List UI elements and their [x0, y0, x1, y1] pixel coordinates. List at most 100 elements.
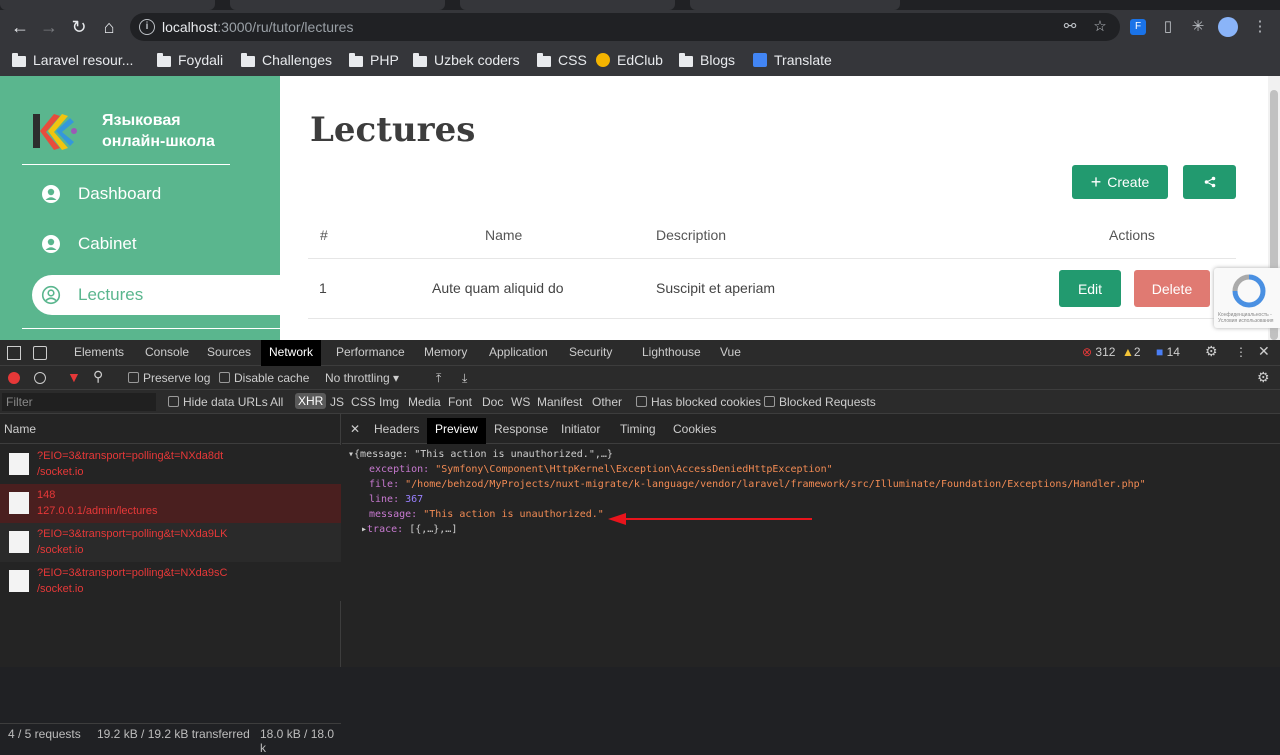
import-har-icon[interactable]: ⤒ — [436, 371, 441, 386]
request-row[interactable]: ?EIO=3&transport=polling&t=NXda9LK /sock… — [0, 523, 341, 562]
bookmark-challenges[interactable]: Challenges — [241, 49, 332, 71]
json-line[interactable]: ▸trace: [{,…},…] — [361, 524, 457, 535]
type-filter-img[interactable]: Img — [379, 395, 399, 409]
edit-button[interactable]: Edit — [1059, 270, 1121, 307]
disable-cache-checkbox[interactable]: Disable cache — [219, 371, 309, 385]
request-path: /socket.io — [37, 466, 84, 478]
tab-security[interactable]: Security — [569, 345, 612, 359]
back-icon[interactable]: ← — [7, 14, 33, 40]
throttling-value: No throttling — [325, 371, 390, 385]
tab-network[interactable]: Network — [261, 340, 322, 366]
blocked-cookies-checkbox[interactable]: Has blocked cookies — [636, 395, 761, 409]
message-counter[interactable]: ■ 14 — [1156, 345, 1180, 359]
preserve-log-checkbox[interactable]: Preserve log — [128, 371, 210, 385]
device-toggle-icon[interactable] — [33, 346, 47, 360]
close-icon[interactable]: ✕ — [1258, 343, 1270, 360]
tab-sources[interactable]: Sources — [207, 345, 251, 359]
request-row-selected[interactable]: 148 127.0.0.1/admin/lectures — [0, 484, 341, 523]
blocked-requests-checkbox[interactable]: Blocked Requests — [764, 395, 876, 409]
name-column-header[interactable]: Name — [0, 414, 341, 444]
json-key: message: — [369, 509, 418, 520]
sidebar-item-lectures[interactable]: Lectures — [32, 275, 292, 315]
type-filter-xhr[interactable]: XHR — [295, 393, 327, 409]
browser-tab[interactable] — [460, 0, 675, 10]
tab-headers[interactable]: Headers — [374, 422, 419, 436]
hide-data-urls-checkbox[interactable]: Hide data URLs — [168, 395, 268, 409]
bookmark-css[interactable]: CSS — [537, 49, 587, 71]
request-name: ?EIO=3&transport=polling&t=NXda9sC — [37, 567, 228, 579]
throttling-select[interactable]: No throttling ▾ — [325, 371, 399, 385]
sidebar-item-dashboard[interactable]: Dashboard — [32, 174, 292, 214]
puzzle-icon[interactable]: ✳ — [1188, 17, 1208, 37]
type-filter-media[interactable]: Media — [408, 395, 441, 409]
filter-input[interactable]: Filter — [2, 393, 156, 411]
more-icon[interactable]: ⋮ — [1235, 345, 1247, 359]
forward-icon[interactable]: → — [36, 14, 62, 40]
tab-cookies[interactable]: Cookies — [673, 422, 716, 436]
request-row[interactable]: ?EIO=3&transport=polling&t=NXda9sC /sock… — [0, 562, 341, 601]
tab-initiator[interactable]: Initiator — [561, 422, 600, 436]
tab-console[interactable]: Console — [145, 345, 189, 359]
address-bar[interactable]: i localhost:3000/ru/tutor/lectures ⚯ ☆ — [130, 13, 1120, 41]
bookmark-translate[interactable]: Translate — [753, 49, 832, 71]
tab-elements[interactable]: Elements — [74, 345, 124, 359]
tab-lighthouse[interactable]: Lighthouse — [642, 345, 701, 359]
type-filter-doc[interactable]: Doc — [482, 395, 503, 409]
sidebar-item-cabinet[interactable]: Cabinet — [32, 224, 292, 264]
close-details-icon[interactable]: ✕ — [350, 422, 360, 436]
key-icon[interactable]: ⚯ — [1060, 17, 1080, 37]
type-filter-other[interactable]: Other — [592, 395, 622, 409]
home-icon[interactable]: ⌂ — [96, 14, 122, 40]
type-filter-css[interactable]: CSS — [351, 395, 376, 409]
error-counter[interactable]: ⊗ 312 — [1082, 345, 1115, 359]
export-har-icon[interactable]: ⤓ — [462, 371, 467, 386]
tab-preview[interactable]: Preview — [427, 418, 486, 444]
tab-memory[interactable]: Memory — [424, 345, 467, 359]
type-filter-js[interactable]: JS — [330, 395, 344, 409]
tab-response[interactable]: Response — [494, 422, 548, 436]
share-button[interactable] — [1183, 165, 1236, 199]
browser-tab[interactable] — [230, 0, 445, 10]
error-count: 312 — [1095, 345, 1116, 359]
tab-application[interactable]: Application — [489, 345, 548, 359]
bookmark-edclub[interactable]: EdClub — [596, 49, 663, 71]
clear-icon[interactable] — [34, 372, 46, 384]
json-root[interactable]: ▾{message: "This action is unauthorized.… — [348, 449, 613, 460]
avatar[interactable] — [1218, 17, 1238, 37]
user-circle-icon — [42, 235, 60, 253]
phone-icon[interactable]: ▯ — [1158, 17, 1178, 37]
tab-vue[interactable]: Vue — [720, 345, 741, 359]
extension-icon[interactable]: F — [1130, 19, 1146, 35]
browser-tab[interactable] — [0, 0, 215, 10]
more-menu-icon[interactable]: ⋮ — [1250, 17, 1270, 37]
url-text[interactable]: localhost:3000/ru/tutor/lectures — [162, 19, 353, 35]
warning-counter[interactable]: ▲2 — [1122, 345, 1141, 359]
browser-tab[interactable] — [690, 0, 900, 10]
reload-icon[interactable]: ↻ — [66, 14, 92, 40]
divider — [22, 164, 230, 165]
tab-performance[interactable]: Performance — [336, 345, 405, 359]
bookmark-blogs[interactable]: Blogs — [679, 49, 735, 71]
type-filter-manifest[interactable]: Manifest — [537, 395, 582, 409]
type-filter-ws[interactable]: WS — [511, 395, 530, 409]
type-filter-all[interactable]: All — [270, 395, 283, 409]
bookmark-uzbek-coders[interactable]: Uzbek coders — [413, 49, 520, 71]
settings-gear-icon[interactable]: ⚙ — [1205, 343, 1218, 360]
search-icon[interactable]: ⚲ — [93, 368, 103, 385]
tab-timing[interactable]: Timing — [620, 422, 656, 436]
recaptcha-badge[interactable]: Конфиденциальность - Условия использован… — [1214, 268, 1280, 328]
inspect-icon[interactable] — [7, 346, 21, 360]
network-settings-gear-icon[interactable]: ⚙ — [1257, 369, 1270, 386]
bookmark-php[interactable]: PHP — [349, 49, 399, 71]
filter-funnel-icon[interactable]: ▼ — [67, 369, 81, 385]
column-header: Description — [656, 227, 727, 243]
bookmark-star-icon[interactable]: ☆ — [1090, 17, 1110, 37]
delete-button[interactable]: Delete — [1134, 270, 1210, 307]
bookmark-foydali[interactable]: Foydali — [157, 49, 223, 71]
bookmark-laravel[interactable]: Laravel resour... — [12, 49, 133, 71]
type-filter-font[interactable]: Font — [448, 395, 472, 409]
request-row[interactable]: ?EIO=3&transport=polling&t=NXda8dt /sock… — [0, 445, 341, 484]
create-button[interactable]: + Create — [1072, 165, 1168, 199]
info-icon[interactable]: i — [139, 19, 155, 35]
record-icon[interactable] — [8, 372, 20, 384]
